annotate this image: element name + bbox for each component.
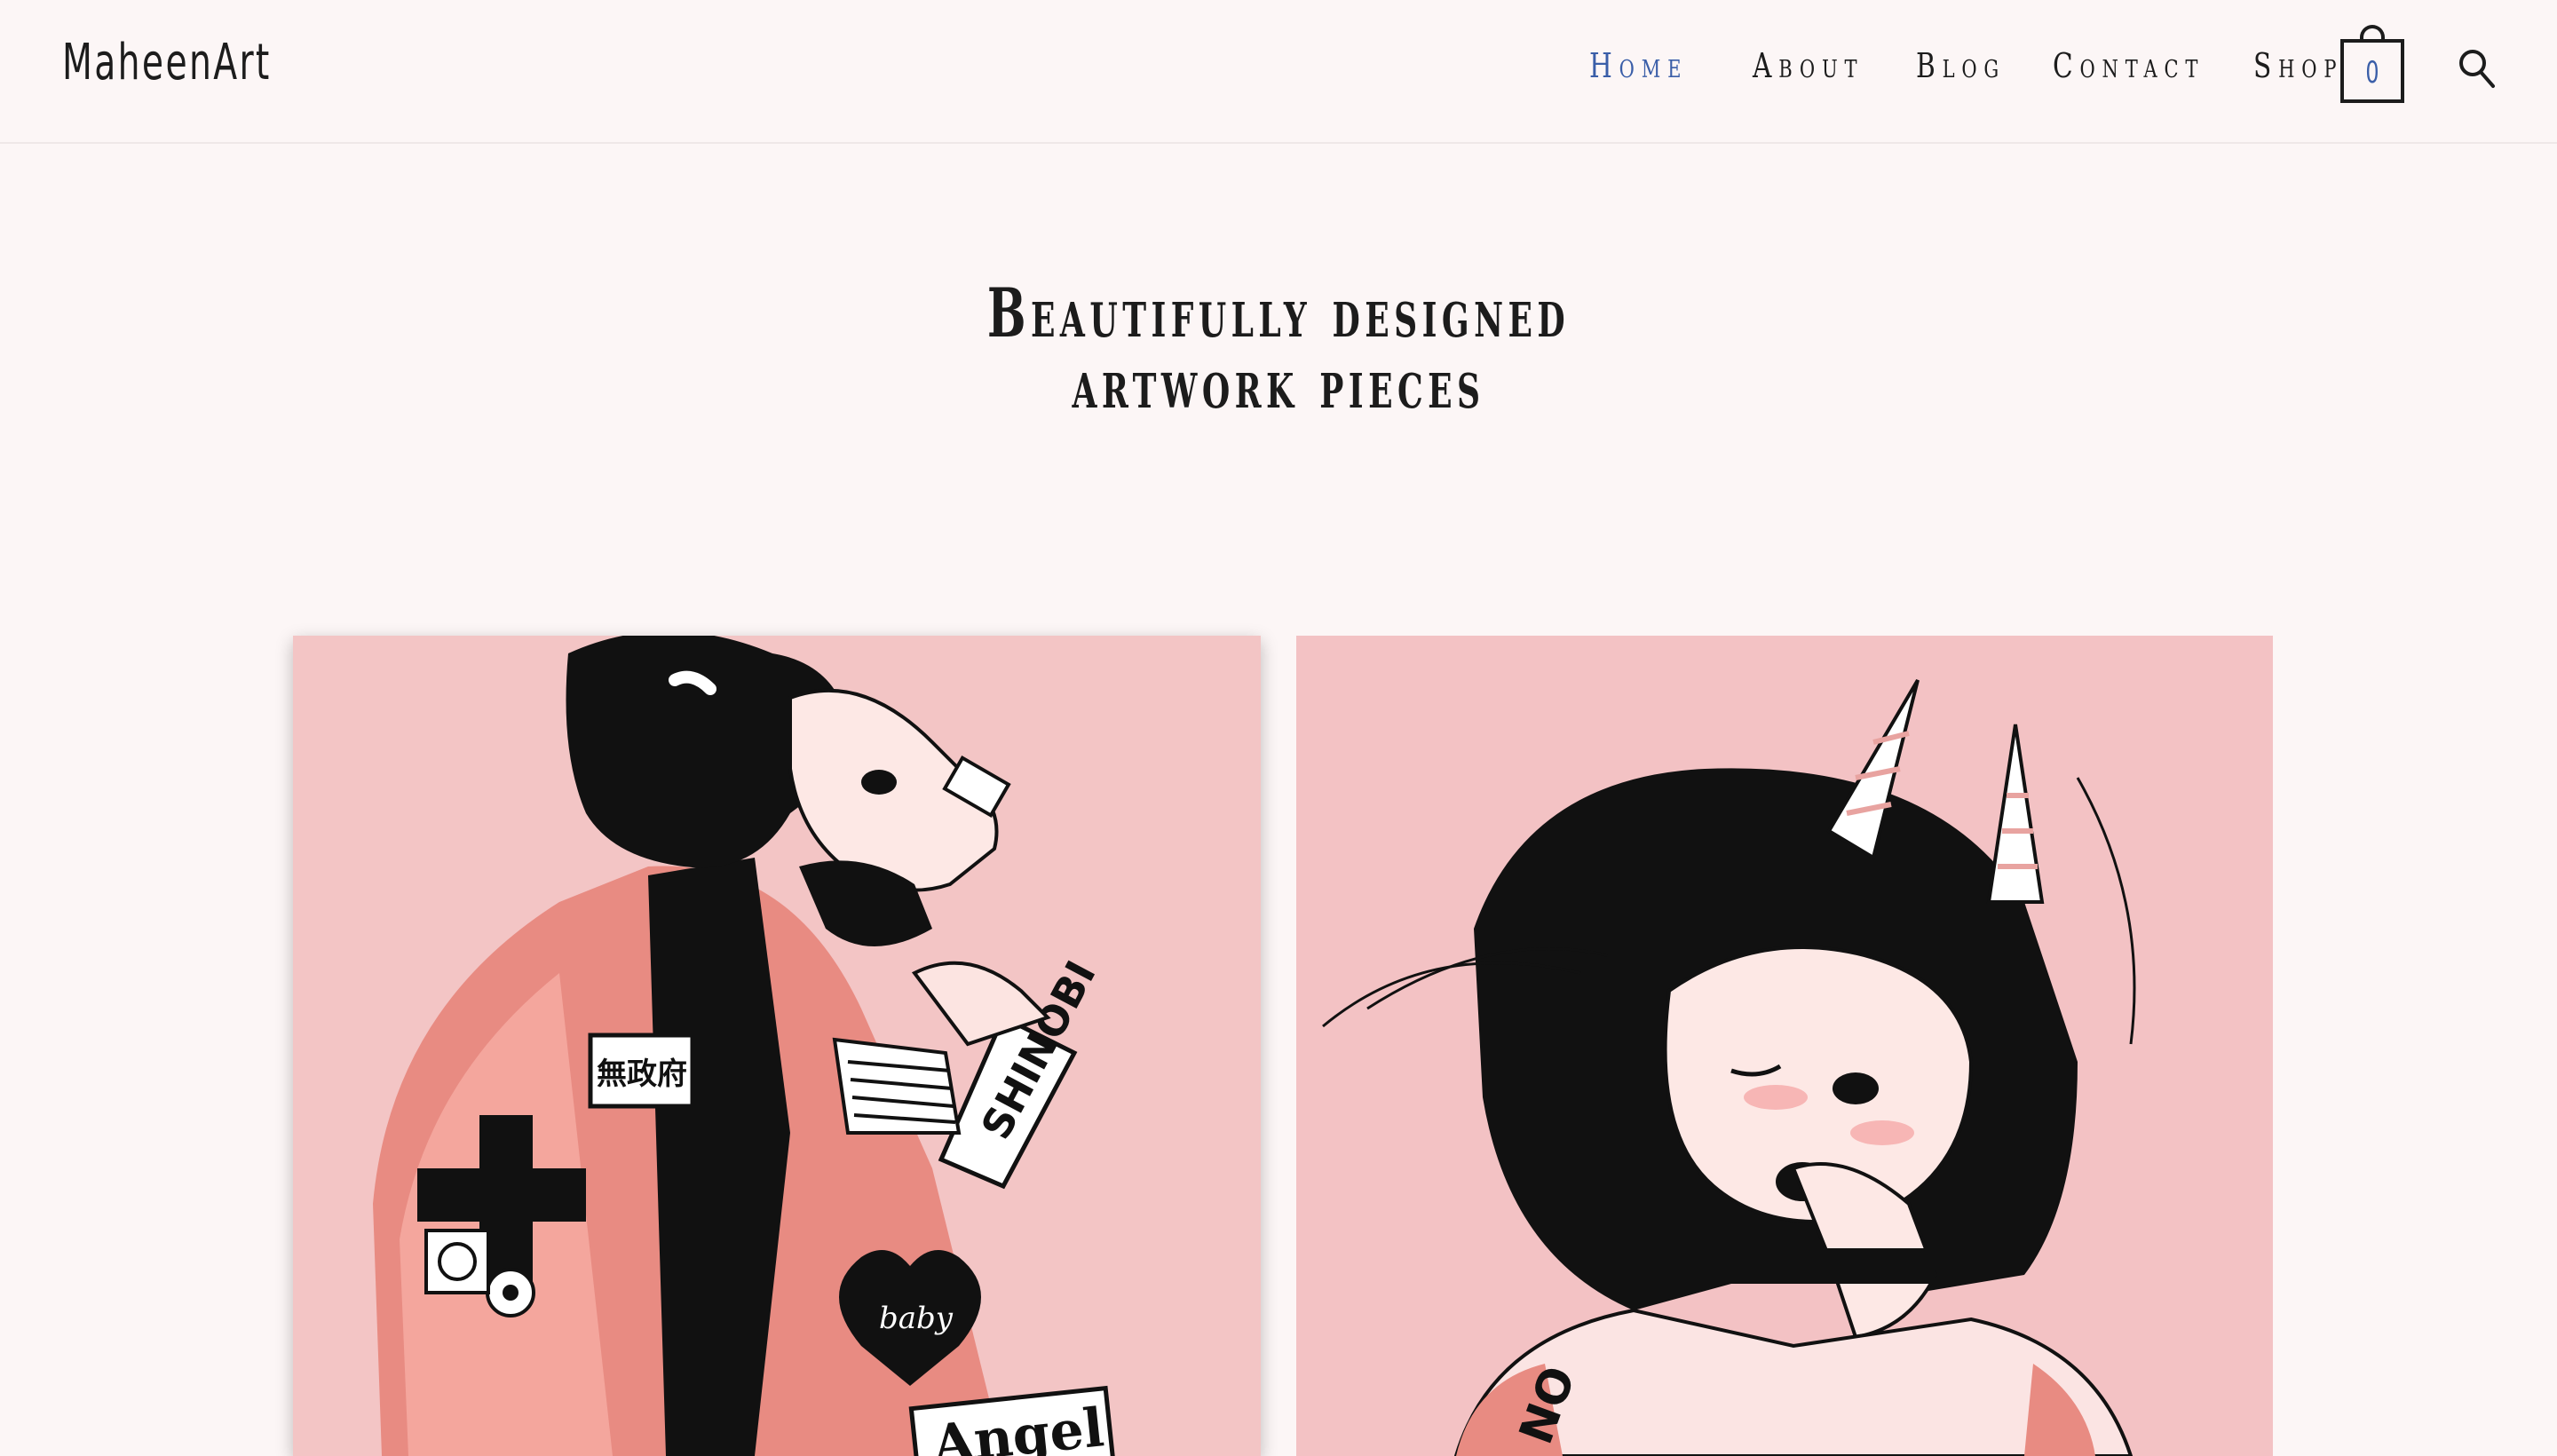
search-icon[interactable] — [2458, 48, 2497, 91]
page-title-line-1: Beautifully designed — [986, 273, 1571, 352]
page-title: Beautifully designed artwork pieces — [0, 273, 2557, 423]
nav-item-blog[interactable]: Blog — [1916, 46, 1999, 85]
main-nav: Home About Blog Contact Shop — [1589, 46, 2392, 85]
shopping-bag-icon[interactable]: 0 — [2340, 25, 2404, 103]
artwork-illustration-2: NO — [1296, 636, 2273, 1456]
patch-text-kanji: 無政府 — [597, 1056, 687, 1092]
page: MaheenArt Home About Blog Contact Shop 0… — [0, 0, 2557, 1456]
patch-text-baby: baby — [879, 1301, 954, 1336]
page-title-line-2: artwork pieces — [1072, 344, 1485, 423]
nav-item-shop[interactable]: Shop — [2253, 46, 2337, 85]
artwork-illustration-1: SHINOBI 無政府 baby Angel — [293, 636, 1261, 1456]
artwork-card-2[interactable]: NO — [1296, 636, 2273, 1456]
site-header: MaheenArt Home About Blog Contact Shop 0 — [0, 0, 2557, 144]
nav-item-about[interactable]: About — [1753, 46, 1857, 85]
nav-item-home[interactable]: Home — [1589, 46, 1691, 85]
nav-item-contact[interactable]: Contact — [2053, 46, 2197, 85]
site-logo[interactable]: MaheenArt — [62, 34, 272, 91]
artwork-card-1[interactable]: SHINOBI 無政府 baby Angel — [293, 636, 1261, 1456]
cart-count: 0 — [2365, 55, 2379, 91]
